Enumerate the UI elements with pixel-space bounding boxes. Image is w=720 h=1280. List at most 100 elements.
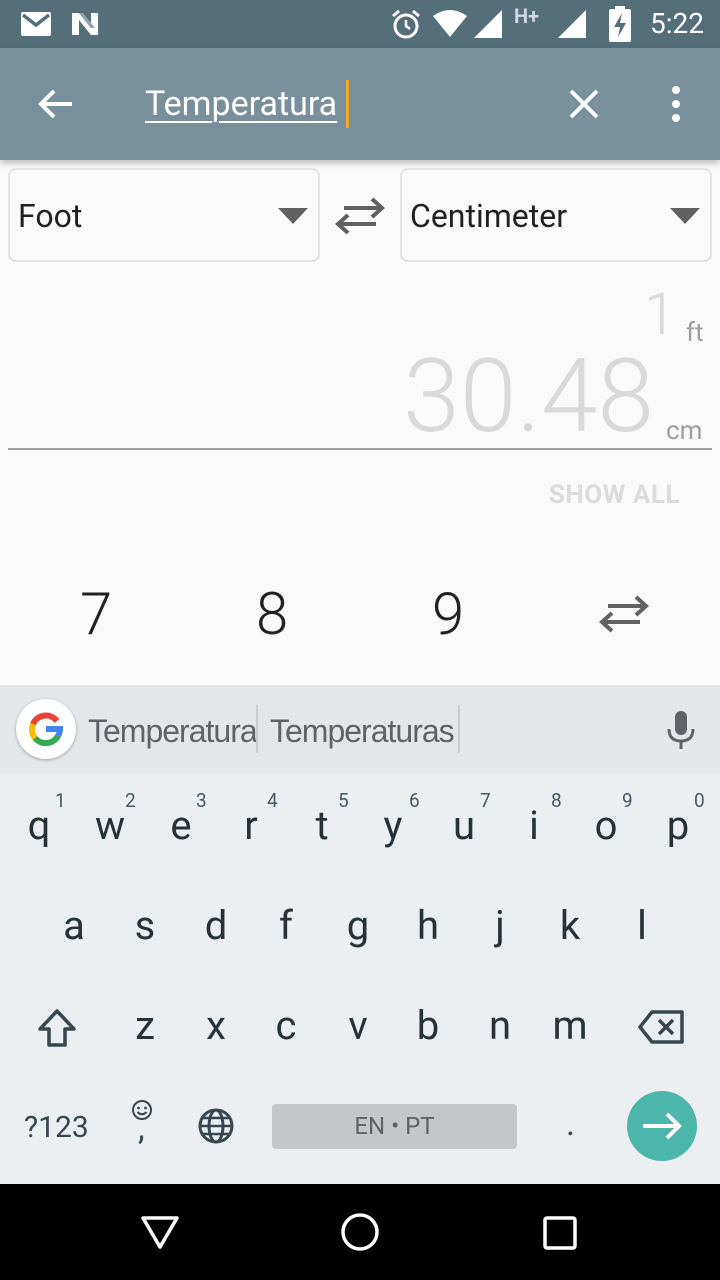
swap-units-icon[interactable] [334, 196, 386, 236]
back-arrow-icon[interactable] [38, 88, 74, 120]
n-app-icon [72, 13, 98, 35]
microphone-icon[interactable] [666, 711, 696, 751]
keypad-7[interactable]: 7 [80, 580, 112, 650]
clear-icon[interactable] [568, 88, 600, 120]
key-x[interactable]: x [186, 996, 246, 1056]
suggestion-2[interactable]: Temperaturas [270, 709, 455, 753]
key-label: m [552, 1002, 588, 1049]
key-label: h [416, 902, 440, 949]
wifi-icon [433, 10, 467, 37]
key-label: k [559, 902, 581, 949]
back-nav-icon[interactable] [140, 1214, 180, 1250]
key-label: v [348, 1002, 368, 1049]
key-label: q [27, 802, 51, 849]
from-unit-dropdown[interactable]: Foot [8, 168, 320, 262]
to-unit-dropdown[interactable]: Centimeter [400, 168, 712, 262]
key-label: z [135, 1002, 155, 1049]
input-unit-label: ft [686, 318, 704, 348]
key-hint: 9 [622, 789, 633, 812]
result-unit-label: cm [666, 416, 703, 446]
key-j[interactable]: j [470, 896, 530, 956]
dropdown-arrow-icon [278, 208, 308, 224]
key-n[interactable]: n [470, 996, 530, 1056]
keypad-8[interactable]: 8 [256, 580, 288, 650]
key-label: t [315, 802, 329, 849]
key-d[interactable]: d [186, 896, 246, 956]
key-label: c [275, 1002, 297, 1049]
key-label: y [383, 802, 403, 849]
keypad-swap-icon[interactable] [598, 594, 650, 634]
key-g[interactable]: g [328, 896, 388, 956]
battery-charging-icon [609, 6, 631, 42]
key-c[interactable]: c [256, 996, 316, 1056]
key-label: i [529, 802, 539, 849]
key-hint: 2 [125, 789, 136, 812]
home-nav-icon[interactable] [340, 1212, 380, 1252]
key-hint: 0 [694, 789, 705, 812]
gmail-icon [21, 12, 51, 36]
emoji-comma-key[interactable]: , [130, 1098, 160, 1148]
network-type-label: H+ [514, 4, 540, 28]
period-key[interactable]: . [566, 1104, 575, 1144]
backspace-key-icon[interactable] [638, 1010, 684, 1044]
key-label: w [94, 802, 126, 849]
key-label: p [666, 802, 690, 849]
suggestion-divider [256, 705, 258, 753]
key-hint: 6 [409, 789, 420, 812]
suggestion-1[interactable]: Temperatura [88, 709, 258, 753]
key-label: g [346, 902, 370, 949]
search-input[interactable]: Temperatura [145, 82, 337, 126]
key-label: l [637, 902, 647, 949]
value-divider [8, 448, 712, 450]
signal-icon [474, 10, 502, 38]
key-hint: 1 [55, 789, 66, 812]
key-z[interactable]: z [115, 996, 175, 1056]
key-hint: 3 [196, 789, 207, 812]
show-all-button[interactable]: SHOW ALL [549, 480, 680, 510]
status-time: 5:22 [650, 7, 704, 40]
globe-icon[interactable] [196, 1106, 236, 1146]
key-k[interactable]: k [540, 896, 600, 956]
key-label: f [279, 902, 293, 949]
key-label: d [204, 902, 228, 949]
signal-icon [558, 10, 586, 38]
key-label: j [495, 902, 505, 949]
key-b[interactable]: b [398, 996, 458, 1056]
status-bar: H+ 5:22 [0, 0, 720, 48]
key-f[interactable]: f [256, 896, 316, 956]
key-hint: 4 [267, 789, 278, 812]
key-h[interactable]: h [398, 896, 458, 956]
key-label: r [244, 802, 258, 849]
arrow-right-icon [643, 1112, 682, 1140]
key-hint: 7 [480, 789, 491, 812]
toolbar: Temperatura [0, 48, 720, 160]
keypad-9[interactable]: 9 [432, 580, 464, 650]
key-label: n [488, 1002, 512, 1049]
from-unit-label: Foot [18, 197, 83, 235]
symbols-key[interactable]: ?123 [24, 1108, 89, 1148]
suggestion-strip: Temperatura Temperaturas [0, 685, 720, 774]
alarm-icon [392, 9, 420, 39]
key-label: o [594, 802, 618, 849]
key-v[interactable]: v [328, 996, 388, 1056]
result-value: 30.48 [403, 336, 654, 456]
comma-label: , [138, 1108, 145, 1148]
key-l[interactable]: l [612, 896, 672, 956]
to-unit-label: Centimeter [410, 197, 568, 235]
recents-nav-icon[interactable] [542, 1215, 578, 1251]
space-key[interactable]: EN • PT [272, 1104, 517, 1149]
key-label: u [452, 802, 476, 849]
dropdown-arrow-icon [670, 208, 700, 224]
key-s[interactable]: s [115, 896, 175, 956]
key-label: x [206, 1002, 226, 1049]
key-a[interactable]: a [44, 896, 104, 956]
suggestion-divider [458, 705, 460, 753]
google-g-button[interactable] [16, 699, 76, 759]
enter-go-button[interactable] [627, 1091, 697, 1161]
more-vert-icon[interactable] [668, 86, 684, 122]
shift-key-icon[interactable] [36, 1008, 78, 1048]
google-g-icon [28, 712, 64, 747]
key-m[interactable]: m [540, 996, 600, 1056]
key-label: b [416, 1002, 440, 1049]
key-label: e [170, 802, 192, 849]
